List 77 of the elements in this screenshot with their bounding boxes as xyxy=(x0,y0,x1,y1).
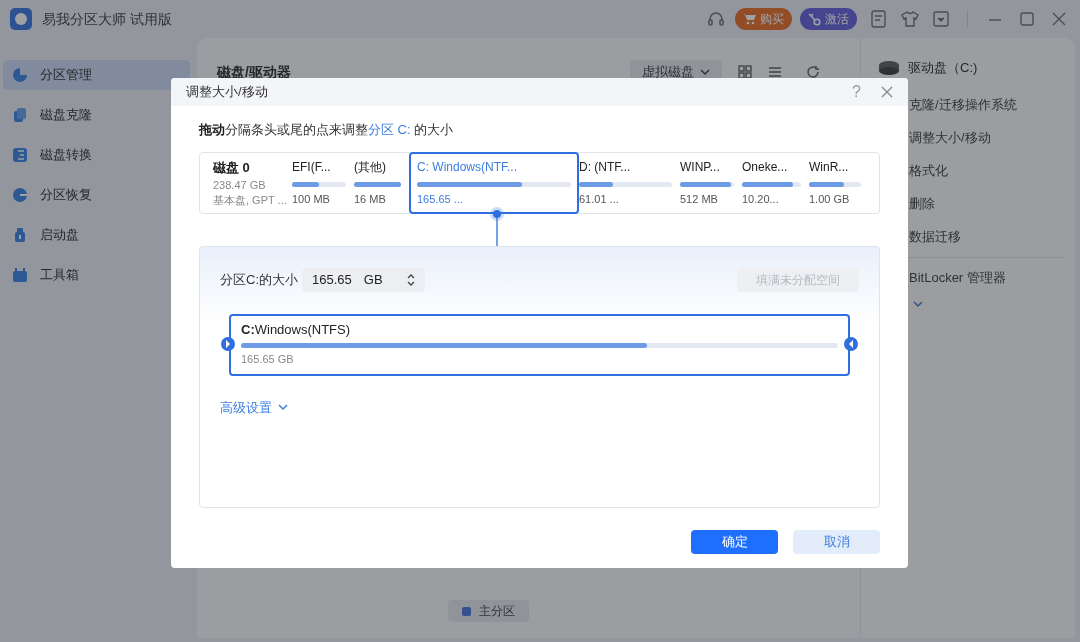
sidebar-item[interactable]: 磁盘克隆 xyxy=(3,100,190,130)
sidebar-item[interactable]: 分区恢复 xyxy=(3,180,190,210)
close-icon[interactable] xyxy=(881,86,893,98)
toolbox-icon xyxy=(12,267,28,283)
partition-name: D: (NTF... xyxy=(579,159,632,175)
partition-card[interactable]: D: (NTF... 61.01 ... xyxy=(579,152,680,213)
headset-icon[interactable] xyxy=(707,10,725,28)
partition-name: WinR... xyxy=(809,159,850,175)
list-view-icon[interactable] xyxy=(768,65,782,79)
window-title: 易我分区大师 试用版 xyxy=(42,9,172,29)
instruction-text: 拖动分隔条头或尾的点来调整分区 C: 的大小 xyxy=(199,121,455,139)
buy-button[interactable]: 购买 xyxy=(735,8,792,30)
partition-card[interactable]: (其他) 16 MB xyxy=(354,152,409,213)
drive-icon xyxy=(878,59,900,76)
disc-icon xyxy=(12,187,28,203)
action-item[interactable]: 删除 xyxy=(909,186,1075,220)
sidebar-item[interactable]: 磁盘转换 xyxy=(3,140,190,170)
close-icon[interactable] xyxy=(1052,12,1066,26)
action-item[interactable]: 克隆/迁移操作系统 xyxy=(909,87,1075,121)
right-handle-icon[interactable] xyxy=(844,335,858,352)
partition-name: EFI(F... xyxy=(292,159,332,175)
partition-card[interactable]: C: Windows(NTF... 165.65 ... xyxy=(409,151,579,214)
partition-size: 165.65 ... xyxy=(417,192,464,206)
chevron-down-icon xyxy=(278,403,288,412)
sidebar-item[interactable]: 启动盘 xyxy=(3,220,190,250)
partition-size: 61.01 ... xyxy=(579,192,620,206)
dropdown-box-icon[interactable] xyxy=(933,11,949,27)
disk-size: 238.47 GB xyxy=(213,177,267,192)
list-page-icon xyxy=(12,147,28,163)
key-icon xyxy=(808,12,821,26)
ok-button[interactable]: 确定 xyxy=(691,529,778,554)
partition-size: 16 MB xyxy=(354,192,387,206)
action-item[interactable]: 调整大小/移动 xyxy=(909,120,1075,154)
usb-drive-icon xyxy=(12,227,28,243)
partition-card[interactable]: WINP... 512 MB xyxy=(680,152,742,213)
legend-swatch xyxy=(462,606,471,616)
chevron-down-icon xyxy=(700,68,710,76)
partition-size: 165.65 GB xyxy=(241,351,295,367)
size-label: 分区C:的大小 xyxy=(220,270,298,289)
disk-type: 基本盘, GPT ... xyxy=(213,192,288,207)
partition-size: 512 MB xyxy=(680,192,719,206)
partition-label: C:Windows(NTFS) xyxy=(241,320,352,339)
advanced-settings-link[interactable]: 高级设置 xyxy=(220,397,288,417)
partition-name: WINP... xyxy=(680,159,721,175)
partition-card[interactable]: Oneke... 10.20... xyxy=(742,152,809,213)
spinner-icon[interactable] xyxy=(407,272,415,287)
connector-line xyxy=(489,205,505,246)
partition-bar[interactable]: C:Windows(NTFS) 165.65 GB xyxy=(229,313,850,376)
partition-size: 100 MB xyxy=(292,192,331,206)
grid-view-icon[interactable] xyxy=(738,65,752,79)
refresh-icon[interactable] xyxy=(806,65,820,79)
pie-chart-icon xyxy=(12,67,28,83)
action-item[interactable]: 格式化 xyxy=(909,153,1075,187)
shirt-icon[interactable] xyxy=(901,10,919,28)
partition-size: 10.20... xyxy=(742,192,780,206)
disk-name: 磁盘 0 xyxy=(213,158,251,177)
app-logo-icon xyxy=(10,8,32,30)
drive-title: 驱动盘（C:) xyxy=(908,59,978,77)
cancel-button[interactable]: 取消 xyxy=(793,529,880,554)
cart-icon xyxy=(743,13,756,25)
partition-name: C: Windows(NTF... xyxy=(417,159,518,175)
action-item[interactable]: 数据迁移 xyxy=(909,219,1075,253)
size-input[interactable]: 165.65 GB xyxy=(302,267,425,292)
partition-size: 1.00 GB xyxy=(809,192,851,206)
partition-name: Oneke... xyxy=(742,159,789,175)
stacked-pages-icon xyxy=(12,107,28,123)
sidebar-item[interactable]: 工具箱 xyxy=(3,260,190,290)
partition-card[interactable]: WinR... 1.00 GB xyxy=(809,152,869,213)
chevron-down-icon[interactable] xyxy=(913,299,923,308)
partition-name: (其他) xyxy=(354,159,387,175)
help-button[interactable]: ? xyxy=(852,80,861,104)
activate-button[interactable]: 激活 xyxy=(800,8,857,30)
notes-icon[interactable] xyxy=(871,10,887,28)
legend-item: 主分区 xyxy=(448,600,529,622)
left-handle-icon[interactable] xyxy=(221,335,235,352)
maximize-icon[interactable] xyxy=(1020,12,1034,26)
partition-card[interactable]: EFI(F... 100 MB xyxy=(292,152,354,213)
